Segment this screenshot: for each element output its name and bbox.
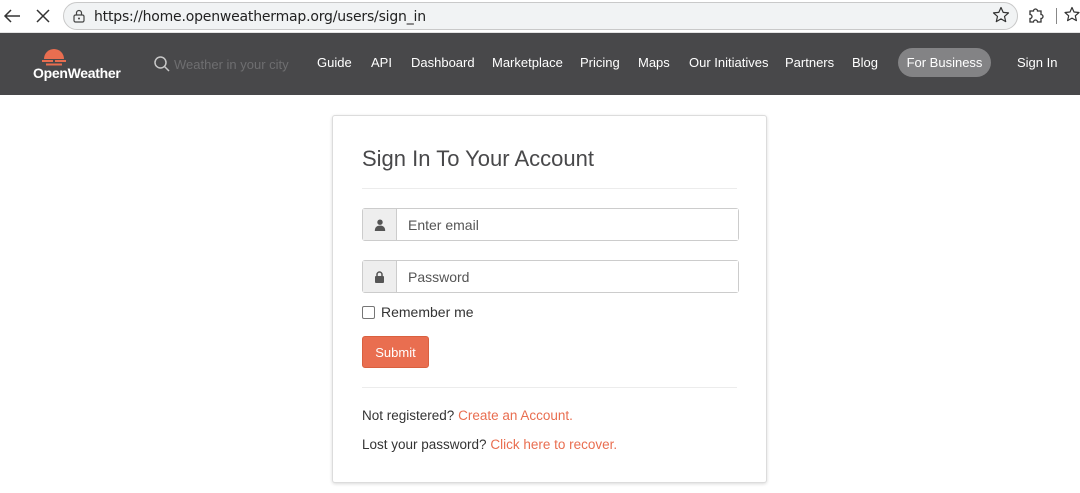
nav-pricing[interactable]: Pricing xyxy=(580,55,620,70)
page-title: Sign In To Your Account xyxy=(362,146,594,171)
divider xyxy=(362,188,737,189)
sign-in-link[interactable]: Sign In xyxy=(1017,55,1057,70)
create-account-link[interactable]: Create an Account. xyxy=(458,408,573,423)
password-field[interactable] xyxy=(397,261,738,292)
nav-api[interactable]: API xyxy=(371,55,392,70)
close-icon[interactable] xyxy=(31,5,55,27)
logo-text: OpenWeather xyxy=(33,65,121,81)
arrow-left-icon[interactable] xyxy=(0,5,24,27)
nav-blog[interactable]: Blog xyxy=(852,55,878,70)
sign-in-card: Sign In To Your Account Remember me Subm… xyxy=(332,115,767,483)
browser-toolbar: https://home.openweathermap.org/users/si… xyxy=(0,0,1080,33)
city-search-input[interactable] xyxy=(174,52,304,76)
toolbar-divider xyxy=(1056,8,1057,24)
site-header: OpenWeather Guide API Dashboard Marketpl… xyxy=(0,33,1080,95)
lock-icon[interactable] xyxy=(72,9,86,23)
lost-password-text: Lost your password? xyxy=(362,437,487,452)
lock-icon xyxy=(363,261,397,292)
submit-button[interactable]: Submit xyxy=(362,336,429,368)
not-registered-text: Not registered? xyxy=(362,408,455,423)
nav-maps[interactable]: Maps xyxy=(638,55,670,70)
favorites-icon[interactable] xyxy=(1064,6,1080,24)
nav-partners[interactable]: Partners xyxy=(785,55,834,70)
puzzle-icon[interactable] xyxy=(1027,5,1046,25)
nav-marketplace[interactable]: Marketplace xyxy=(492,55,563,70)
nav-guide[interactable]: Guide xyxy=(317,55,352,70)
address-bar[interactable]: https://home.openweathermap.org/users/si… xyxy=(63,2,1018,30)
recover-password-link[interactable]: Click here to recover. xyxy=(490,437,617,452)
password-input-group xyxy=(362,260,739,293)
user-icon xyxy=(363,209,397,240)
nav-dashboard[interactable]: Dashboard xyxy=(411,55,475,70)
star-icon[interactable] xyxy=(992,6,1010,24)
sun-logo-icon xyxy=(42,49,66,66)
openweather-logo[interactable]: OpenWeather xyxy=(33,43,128,85)
remember-me-label[interactable]: Remember me xyxy=(381,304,474,320)
remember-me: Remember me xyxy=(362,304,474,320)
email-input-group xyxy=(362,208,739,241)
register-line: Not registered? Create an Account. xyxy=(362,408,573,423)
for-business-button[interactable]: For Business xyxy=(898,48,991,77)
divider xyxy=(362,387,737,388)
nav-our-initiatives[interactable]: Our Initiatives xyxy=(689,55,768,70)
remember-me-checkbox[interactable] xyxy=(362,305,375,319)
search-icon[interactable] xyxy=(153,55,171,73)
recover-line: Lost your password? Click here to recove… xyxy=(362,437,617,452)
email-field[interactable] xyxy=(397,209,738,240)
url-text[interactable]: https://home.openweathermap.org/users/si… xyxy=(94,9,426,25)
